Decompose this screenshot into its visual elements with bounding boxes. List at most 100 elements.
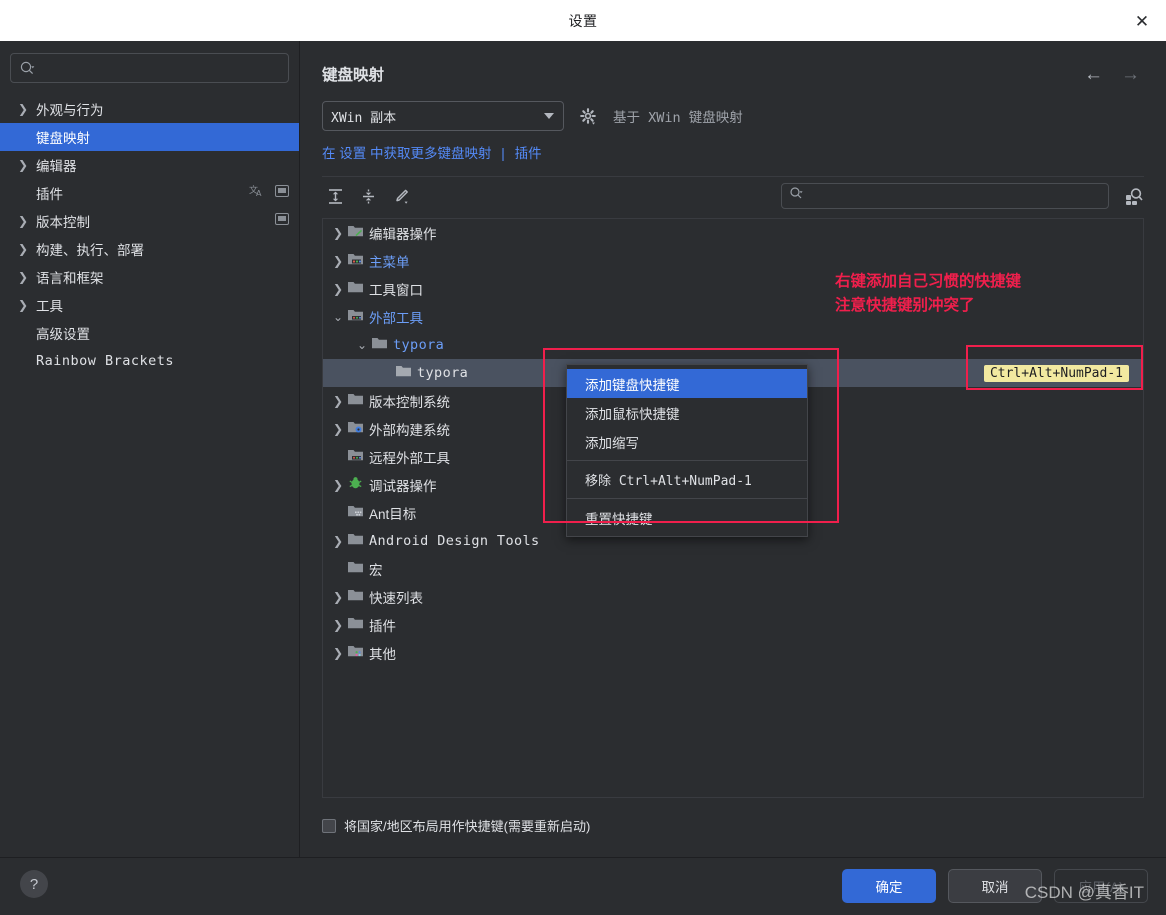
table-row[interactable]: ❯ 快速列表 xyxy=(323,583,1143,611)
annotation-note: 右键添加自己习惯的快捷键 注意快捷键别冲突了 xyxy=(835,273,1022,314)
plugins-link[interactable]: 插件 xyxy=(515,146,542,161)
folder-editor-icon xyxy=(347,223,364,243)
sidebar-item-label: 工具 xyxy=(36,299,63,314)
folder-icon xyxy=(347,559,364,579)
search-icon xyxy=(789,186,804,206)
forward-arrow-icon[interactable]: → xyxy=(1121,65,1140,84)
chevron-right-icon[interactable]: ❯ xyxy=(329,590,347,604)
window-title: 设置 xyxy=(568,12,598,29)
chevron-right-icon: ❯ xyxy=(18,158,29,172)
menu-item-add-mouse-shortcut[interactable]: 添加鼠标快捷键 xyxy=(567,398,807,427)
folder-icon xyxy=(347,587,364,607)
settings-sidebar: ❯ 外观与行为 键盘映射 ❯ 编辑器 插件 文 A ❯ 版本控制 ❯ 构建、执行… xyxy=(0,41,300,857)
chevron-right-icon: ❯ xyxy=(18,270,29,284)
folder-ant-icon xyxy=(347,503,364,523)
folder-icon xyxy=(395,363,412,383)
folder-tools-icon xyxy=(347,307,364,327)
table-row[interactable]: ❯ 编辑器操作 xyxy=(323,219,1143,247)
edit-pencil-icon[interactable] xyxy=(393,188,410,205)
cancel-button[interactable]: 取消 xyxy=(948,869,1042,903)
link-separator: | xyxy=(501,146,505,161)
table-row[interactable]: ⌄ typora xyxy=(323,331,1143,359)
country-layout-checkbox[interactable]: 将国家/地区布局用作快捷键(需要重新启动) xyxy=(322,816,590,835)
checkbox-box[interactable] xyxy=(322,818,336,833)
sidebar-item-label: 语言和框架 xyxy=(36,271,104,286)
gear-icon[interactable] xyxy=(580,107,597,125)
chevron-right-icon[interactable]: ❯ xyxy=(329,646,347,660)
sidebar-item-keymap[interactable]: 键盘映射 xyxy=(0,123,299,151)
folder-icon xyxy=(347,279,364,299)
chevron-right-icon[interactable]: ❯ xyxy=(329,534,347,548)
sidebar-item-badges: 文 A xyxy=(249,183,289,203)
menu-item-add-abbreviation[interactable]: 添加缩写 xyxy=(567,427,807,456)
more-keymaps-links: 在 设置 中获取更多键盘映射 | 插件 xyxy=(322,142,1144,162)
menu-separator xyxy=(567,460,807,461)
context-menu: 添加键盘快捷键 添加鼠标快捷键 添加缩写 移除 Ctrl+Alt+NumPad-… xyxy=(566,364,808,537)
tree-item-label: 编辑器操作 xyxy=(369,227,437,242)
sidebar-item-build[interactable]: ❯ 构建、执行、部署 xyxy=(0,235,299,263)
chevron-right-icon[interactable]: ❯ xyxy=(329,422,347,436)
tree-item-label: 版本控制系统 xyxy=(369,395,450,410)
sidebar-item-label: Rainbow Brackets xyxy=(36,353,175,369)
back-arrow-icon[interactable]: ← xyxy=(1084,65,1103,84)
tree-item-label: 外部构建系统 xyxy=(369,423,450,438)
chevron-down-icon[interactable]: ⌄ xyxy=(353,338,371,352)
title-bar: 设置 ✕ xyxy=(0,0,1166,41)
chevron-right-icon[interactable]: ❯ xyxy=(329,254,347,268)
sidebar-search-box[interactable] xyxy=(10,53,289,83)
tree-item-label: 宏 xyxy=(369,563,383,578)
link-prefix: 在 xyxy=(322,146,336,161)
menu-separator xyxy=(567,498,807,499)
tree-item-label: 调试器操作 xyxy=(369,479,437,494)
sidebar-item-tools[interactable]: ❯ 工具 xyxy=(0,291,299,319)
chevron-right-icon: ❯ xyxy=(18,102,29,116)
folder-menu-icon xyxy=(347,251,364,271)
chevron-down-icon[interactable]: ⌄ xyxy=(329,310,347,324)
sidebar-item-editor[interactable]: ❯ 编辑器 xyxy=(0,151,299,179)
link-middle: 中获取更多键盘映射 xyxy=(370,146,492,161)
chevron-right-icon[interactable]: ❯ xyxy=(329,478,347,492)
sidebar-item-label: 键盘映射 xyxy=(36,131,90,146)
find-by-shortcut-icon[interactable] xyxy=(1125,187,1144,206)
chevron-right-icon[interactable]: ❯ xyxy=(329,226,347,240)
table-row[interactable]: ❯ 其他 xyxy=(323,639,1143,667)
collapse-all-icon[interactable] xyxy=(360,188,377,205)
bug-icon xyxy=(347,475,364,495)
tree-search-box[interactable] xyxy=(781,183,1109,209)
expand-all-icon[interactable] xyxy=(327,188,344,205)
page-title: 键盘映射 xyxy=(322,67,385,84)
folder-icon xyxy=(371,335,388,355)
svg-text:A: A xyxy=(256,189,262,198)
sidebar-item-rainbow-brackets[interactable]: Rainbow Brackets xyxy=(0,347,299,375)
close-icon[interactable]: ✕ xyxy=(1128,8,1156,34)
menu-item-reset-shortcuts[interactable]: 重置快捷键 xyxy=(567,503,807,532)
keymap-select[interactable]: XWin 副本 xyxy=(322,101,564,131)
chevron-right-icon[interactable]: ❯ xyxy=(329,394,347,408)
sidebar-item-version-control[interactable]: ❯ 版本控制 xyxy=(0,207,299,235)
dialog-footer: ? 确定 取消 应用(A) xyxy=(0,857,1166,915)
tree-item-label: 外部工具 xyxy=(369,311,423,326)
folder-icon xyxy=(347,391,364,411)
tree-item-label: Ant目标 xyxy=(369,507,417,522)
folder-build-icon xyxy=(347,419,364,439)
table-row[interactable]: ❯ 插件 xyxy=(323,611,1143,639)
table-row[interactable]: 宏 xyxy=(323,555,1143,583)
search-icon xyxy=(19,60,36,77)
menu-item-add-keyboard-shortcut[interactable]: 添加键盘快捷键 xyxy=(567,369,807,398)
sidebar-item-plugins[interactable]: 插件 文 A xyxy=(0,179,299,207)
settings-dialog: 设置 ✕ ❯ 外观与行为 键盘映射 ❯ 编辑器 插件 文 A ❯ 版本控制 ❯ … xyxy=(0,0,1166,915)
tree-search-input[interactable] xyxy=(808,189,1101,203)
folder-icon xyxy=(347,615,364,635)
chevron-down-icon xyxy=(544,113,554,119)
sidebar-item-appearance[interactable]: ❯ 外观与行为 xyxy=(0,95,299,123)
settings-link[interactable]: 设置 xyxy=(339,146,366,161)
chevron-right-icon[interactable]: ❯ xyxy=(329,282,347,296)
sidebar-search-input[interactable] xyxy=(40,60,280,76)
sidebar-item-advanced-settings[interactable]: 高级设置 xyxy=(0,319,299,347)
chevron-right-icon[interactable]: ❯ xyxy=(329,618,347,632)
sidebar-item-languages[interactable]: ❯ 语言和框架 xyxy=(0,263,299,291)
menu-item-remove-shortcut[interactable]: 移除 Ctrl+Alt+NumPad-1 xyxy=(567,465,807,494)
help-button[interactable]: ? xyxy=(20,870,48,898)
tree-item-label: typora xyxy=(417,365,469,381)
ok-button[interactable]: 确定 xyxy=(842,869,936,903)
